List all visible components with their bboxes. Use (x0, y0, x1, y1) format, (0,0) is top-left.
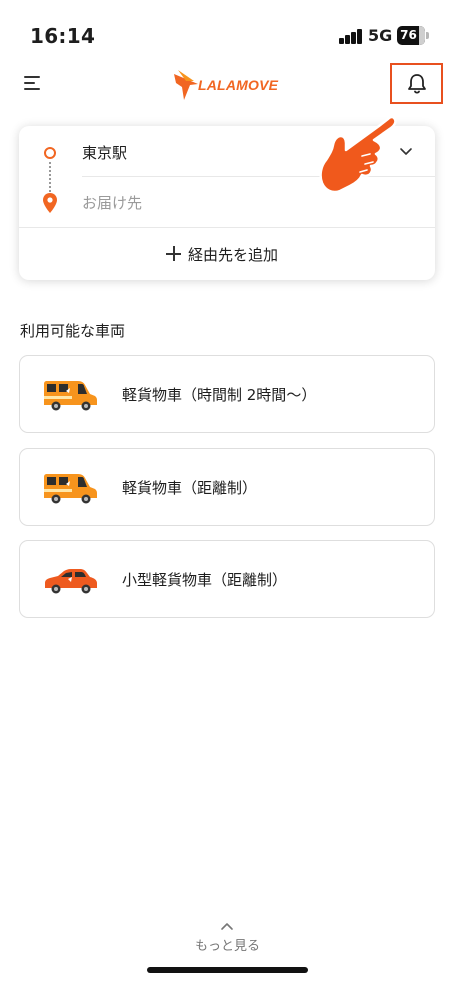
vehicle-option-compact-distance[interactable]: 小型軽貨物車（距離制） (19, 540, 435, 618)
add-stop-label: 経由先を追加 (188, 246, 279, 264)
route-line (49, 162, 51, 192)
vehicles-section-title: 利用可能な車両 (20, 322, 126, 340)
vehicle-label: 軽貨物車（距離制） (122, 479, 258, 497)
chevron-down-icon[interactable] (398, 145, 414, 159)
vehicle-option-kei-hourly[interactable]: 軽貨物車（時間制 2時間〜） (19, 355, 435, 433)
lalamove-logo: LALAMOVE (172, 68, 287, 102)
pickup-address[interactable]: 東京駅 (82, 142, 127, 163)
pointing-hand-icon (319, 115, 397, 194)
app-screen: 16:14 5G 76 LALAMOVE 東京駅 お届け先 経由先を追加 利用可… (0, 0, 455, 985)
pickup-circle-icon (44, 147, 56, 159)
home-indicator (147, 967, 308, 973)
show-more-button[interactable]: もっと見る (180, 918, 275, 958)
plus-icon (166, 246, 181, 261)
battery-icon: 76 (397, 26, 429, 45)
compact-car-icon (45, 569, 97, 594)
status-bar: 16:14 5G 76 (0, 0, 455, 70)
show-more-label: もっと見る (194, 939, 260, 954)
kei-van-icon (44, 381, 97, 411)
menu-icon[interactable] (22, 72, 44, 94)
notification-bell-button[interactable] (390, 63, 443, 104)
kei-van-icon (44, 474, 97, 504)
status-time: 16:14 (30, 24, 96, 48)
add-stop-button[interactable]: 経由先を追加 (19, 228, 435, 280)
bell-icon (408, 74, 426, 94)
drop-pin-icon (43, 193, 57, 213)
chevron-up-icon (221, 923, 233, 930)
vehicle-option-kei-distance[interactable]: 軽貨物車（距離制） (19, 448, 435, 526)
signal-bars-icon (339, 28, 363, 44)
logo-text: LALAMOVE (198, 77, 279, 93)
battery-percentage: 76 (400, 28, 417, 42)
network-type: 5G (368, 26, 393, 45)
dropoff-input[interactable]: お届け先 (82, 192, 142, 213)
vehicle-label: 軽貨物車（時間制 2時間〜） (122, 386, 317, 404)
vehicle-label: 小型軽貨物車（距離制） (122, 571, 288, 589)
